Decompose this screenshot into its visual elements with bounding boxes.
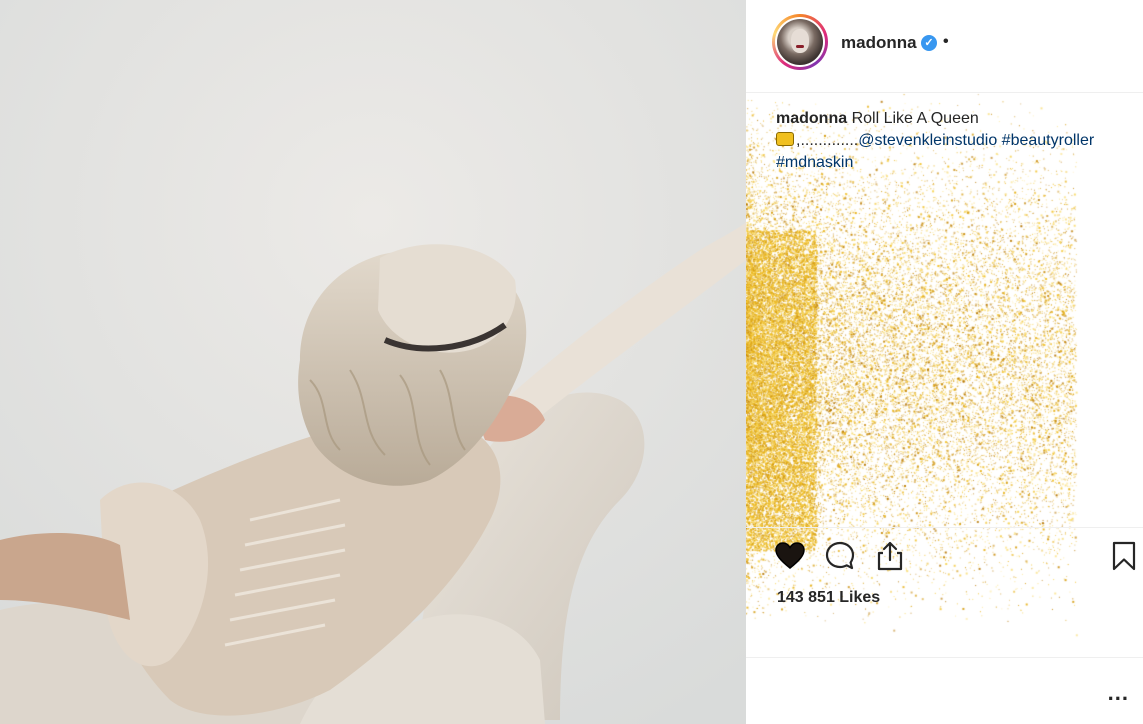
hashtag-link-beautyroller[interactable]: #beautyroller	[1002, 132, 1095, 149]
action-bar	[746, 527, 1143, 584]
caption-username-link[interactable]: madonna	[776, 110, 847, 127]
bookmark-icon[interactable]	[1108, 540, 1140, 572]
avatar-lips	[796, 45, 804, 48]
mention-link[interactable]: @stevenkleinstudio	[858, 132, 997, 149]
username-link[interactable]: madonna	[841, 33, 917, 53]
emoji-icon	[776, 132, 794, 146]
post-details-panel: madonna ✓ • madonna Roll Like A Queen ,.…	[746, 0, 1143, 724]
post-header: madonna ✓ •	[746, 0, 1143, 93]
caption-dots: ,.............	[796, 132, 859, 149]
verified-badge-icon: ✓	[921, 35, 937, 51]
post-caption: madonna Roll Like A Queen ,.............…	[776, 108, 1126, 174]
avatar-image	[777, 19, 823, 65]
avatar[interactable]	[772, 14, 828, 70]
likes-count[interactable]: 143 851 Likes	[777, 589, 880, 607]
separator-dot: •	[943, 33, 949, 50]
photo-artwork	[0, 0, 746, 724]
share-icon[interactable]	[874, 540, 906, 572]
divider	[746, 657, 1143, 658]
heart-filled-icon[interactable]	[774, 540, 806, 572]
hashtag-link-mdnaskin[interactable]: #mdnaskin	[776, 154, 853, 171]
caption-text: Roll Like A Queen	[847, 110, 979, 127]
avatar-face	[791, 29, 809, 53]
avatar-border	[775, 17, 825, 67]
post-photo[interactable]	[0, 0, 746, 724]
comment-icon[interactable]	[824, 540, 856, 572]
more-options-icon[interactable]: ...	[1108, 680, 1129, 706]
